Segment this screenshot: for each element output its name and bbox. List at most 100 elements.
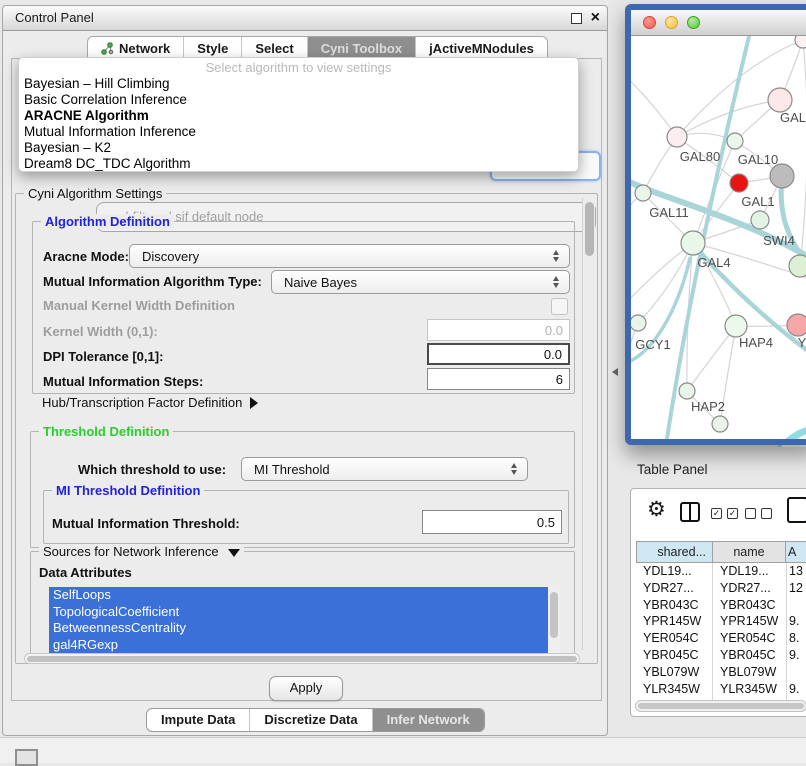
network-node-gal10[interactable] (727, 133, 743, 149)
network-node-gal4[interactable] (681, 231, 705, 255)
network-node-swi4[interactable] (789, 255, 806, 277)
algorithm-option-dream8-dc-tdc-algorithm[interactable]: Dream8 DC_TDC Algorithm (19, 156, 578, 172)
kernel-width-field[interactable] (427, 319, 570, 341)
network-node-node-gray[interactable] (770, 164, 794, 188)
kernel-width-label: Kernel Width (0,1): (43, 324, 158, 339)
table-cell: YPR145W (713, 613, 787, 630)
apply-button[interactable]: Apply (269, 676, 343, 701)
table-row[interactable]: YER054CYER054C8. (636, 630, 806, 647)
mi-steps-field[interactable] (427, 368, 570, 390)
manual-kernel-label: Manual Kernel Width Definition (43, 298, 235, 313)
mi-algorithm-type-select[interactable]: Naive Bayes (271, 270, 570, 294)
network-window-titlebar[interactable] (631, 10, 806, 36)
zoom-traffic-light-icon[interactable] (687, 16, 700, 29)
manual-kernel-checkbox[interactable] (551, 298, 568, 315)
panel-splitter-collapse-icon[interactable] (612, 368, 618, 376)
table-row[interactable]: YBL079WYBL079W (636, 664, 806, 681)
table-cell: YPR145W (636, 613, 713, 630)
column-layout-icon[interactable] (680, 502, 700, 522)
attributes-scrollbar[interactable] (548, 587, 560, 653)
network-view-window[interactable]: GALGAL80GAL10GAL11GAL1SWI4GAL4GCY1HAP4YH… (625, 4, 806, 445)
dpi-tolerance-field[interactable] (427, 343, 570, 365)
application-root: Control Panel × NetworkStyleSelectCyni T… (0, 0, 806, 762)
close-icon[interactable]: × (591, 6, 600, 30)
which-threshold-label: Which threshold to use: (78, 462, 226, 477)
stepper-icon (506, 463, 522, 475)
table-cell: YDL19... (636, 563, 713, 580)
network-node-gal[interactable] (768, 88, 792, 112)
table-cell: 9. (787, 681, 806, 698)
mi-threshold-definition-title: MI Threshold Definition (52, 483, 204, 498)
table-cell: 8. (787, 630, 806, 647)
table-row[interactable]: YBR043CYBR043C (636, 597, 806, 614)
table-row[interactable]: YDR27...YDR27...12 (636, 580, 806, 597)
minimize-traffic-light-icon[interactable] (665, 16, 678, 29)
tab-infer-network[interactable]: Infer Network (373, 709, 484, 731)
tab-discretize-data[interactable]: Discretize Data (250, 709, 372, 731)
algorithm-option-mutual-information-inference[interactable]: Mutual Information Inference (19, 124, 578, 140)
dock-widget-icon[interactable] (15, 749, 38, 766)
unchecked-box-icon (745, 508, 756, 519)
table-row[interactable]: YDL19...YDL19...13 (636, 563, 806, 580)
collapse-down-icon (228, 549, 240, 557)
column-header-shared[interactable]: shared... (636, 541, 713, 563)
table-cell: YBL079W (636, 664, 713, 681)
network-node-hap2[interactable] (679, 383, 695, 399)
attribute-item-selfloops[interactable]: SelfLoops (49, 587, 560, 604)
attribute-item-gal4rgexp[interactable]: gal4RGexp (49, 637, 560, 654)
network-node-label: Y (798, 335, 806, 350)
table-header-row: shared...nameA (636, 541, 806, 563)
control-panel-titlebar[interactable]: Control Panel × (3, 6, 607, 31)
network-node-label: GAL11 (649, 205, 689, 220)
attribute-item-topologicalcoefficient[interactable]: TopologicalCoefficient (49, 604, 560, 621)
column-header-a[interactable]: A (785, 541, 806, 563)
column-header-name[interactable]: name (712, 541, 786, 563)
network-node-hap4[interactable] (725, 315, 747, 337)
network-node-gal1[interactable] (751, 211, 769, 229)
aracne-mode-select[interactable]: Discovery (129, 244, 570, 268)
settings-horizontal-scrollbar[interactable] (24, 653, 580, 664)
network-node-gal80[interactable] (667, 127, 687, 147)
network-node-y[interactable] (787, 314, 806, 336)
algorithm-option-bayesian-hill-climbing[interactable]: Bayesian – Hill Climbing (19, 76, 578, 92)
settings-vertical-scrollbar[interactable] (582, 198, 595, 650)
table-horizontal-scrollbar[interactable] (635, 700, 806, 712)
network-node-node-top[interactable] (795, 36, 806, 48)
tab-impute-data[interactable]: Impute Data (147, 709, 250, 731)
network-node-gcy1[interactable] (631, 315, 646, 331)
gear-icon[interactable]: ⚙ (647, 497, 666, 522)
table-cell: YDR27... (636, 580, 713, 597)
network-graph-canvas[interactable]: GALGAL80GAL10GAL11GAL1SWI4GAL4GCY1HAP4YH… (631, 36, 806, 439)
float-window-icon[interactable] (571, 13, 582, 24)
hub-definition-expander[interactable]: Hub/Transcription Factor Definition (42, 395, 258, 410)
algorithm-option-aracne-algorithm[interactable]: ARACNE Algorithm (19, 108, 578, 124)
sources-title[interactable]: Sources for Network Inference (39, 544, 244, 559)
deselect-all-checkboxes-icon[interactable] (745, 508, 772, 519)
table-row[interactable]: YBR045CYBR045C9. (636, 647, 806, 664)
data-attributes-list[interactable]: SelfLoopsTopologicalCoefficientBetweenne… (49, 587, 560, 653)
table-cell: YDL19... (713, 563, 787, 580)
algorithm-option-bayesian-k2[interactable]: Bayesian – K2 (19, 140, 578, 156)
table-row[interactable]: YPR145WYPR145W9. (636, 613, 806, 630)
table-cell: YLR345W (713, 681, 787, 698)
table-cell: YBR043C (636, 597, 713, 614)
select-all-checkboxes-icon[interactable]: ✓ ✓ (711, 508, 738, 519)
which-threshold-select[interactable]: MI Threshold (241, 457, 528, 481)
document-icon[interactable] (787, 497, 806, 523)
network-node-label: GAL80 (680, 149, 720, 164)
table-row[interactable]: YLR345WYLR345W9. (636, 681, 806, 698)
algorithm-option-basic-correlation-inference[interactable]: Basic Correlation Inference (19, 92, 578, 108)
network-node-node-bottom[interactable] (712, 416, 728, 432)
close-traffic-light-icon[interactable] (643, 16, 656, 29)
attribute-item-betweennesscentrality[interactable]: BetweennessCentrality (49, 620, 560, 637)
network-node-gal11[interactable] (635, 185, 651, 201)
threshold-definition-title: Threshold Definition (39, 424, 173, 439)
mi-threshold-field[interactable] (422, 510, 562, 534)
network-node-label: GAL1 (741, 194, 774, 209)
table-cell: YLR345W (636, 681, 713, 698)
table-cell: YER054C (636, 630, 713, 647)
mi-algorithm-type-value: Naive Bayes (272, 275, 548, 290)
network-node-node-red[interactable] (730, 174, 748, 192)
checked-box-icon: ✓ (727, 508, 738, 519)
dpi-tolerance-label: DPI Tolerance [0,1]: (43, 349, 163, 364)
